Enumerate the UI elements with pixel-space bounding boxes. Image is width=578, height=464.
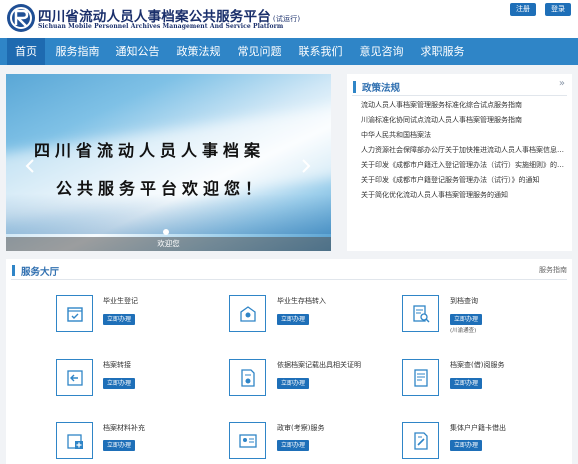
apply-button[interactable]: 立即办理 bbox=[277, 378, 309, 389]
banner-caption: 欢迎您 bbox=[6, 237, 331, 251]
trial-tag: (试运行) bbox=[272, 15, 301, 23]
service-name: 毕业生存档转入 bbox=[277, 297, 326, 305]
certificate-icon[interactable] bbox=[229, 359, 266, 396]
service-name: 政审(考察)服务 bbox=[277, 424, 325, 432]
main-nav: 首页 服务指南 通知公告 政策法规 常见问题 联系我们 意见咨询 求职服务 bbox=[0, 38, 578, 65]
apply-button[interactable]: 立即办理 bbox=[103, 440, 135, 451]
policy-item[interactable]: 中华人民共和国档案法 bbox=[361, 130, 567, 140]
household-card-icon[interactable] bbox=[402, 422, 439, 459]
transfer-out-icon[interactable] bbox=[56, 359, 93, 396]
banner-band bbox=[6, 194, 331, 234]
nav-item-contact[interactable]: 联系我们 bbox=[293, 38, 348, 65]
policy-title: 政策法规 bbox=[362, 83, 401, 94]
service-name: 到档查询 bbox=[450, 297, 478, 305]
policy-item[interactable]: 关于印发《成都市户籍登记服务管理办法（试行）》的通知 bbox=[361, 175, 567, 185]
checklist-icon[interactable] bbox=[56, 295, 93, 332]
section-marker bbox=[12, 265, 15, 276]
divider bbox=[352, 95, 567, 96]
nav-item-jobs[interactable]: 求职服务 bbox=[415, 38, 470, 65]
service-name: 集体户户籍卡借出 bbox=[450, 424, 506, 432]
policy-item[interactable]: 流动人员人事档案管理服务标准化综合试点服务指南 bbox=[361, 100, 567, 110]
policy-panel: 政策法规 » 流动人员人事档案管理服务标准化综合试点服务指南 川渝标准化协同试点… bbox=[347, 74, 572, 251]
service-name: 依据档案记载出具相关证明 bbox=[277, 361, 361, 369]
apply-button[interactable]: 立即办理 bbox=[277, 440, 309, 451]
nav-item-policies[interactable]: 政策法规 bbox=[171, 38, 226, 65]
hall-title: 服务大厅 bbox=[21, 267, 60, 278]
nav-item-faq[interactable]: 常见问题 bbox=[232, 38, 287, 65]
transfer-in-icon[interactable] bbox=[229, 295, 266, 332]
banner-headline-2: 公共服务平台欢迎您！ bbox=[56, 179, 267, 198]
policy-item[interactable]: 关于印发《成都市户籍迁入登记管理办法（试行）实施细则》的通知 bbox=[361, 160, 567, 170]
chevron-left-icon[interactable] bbox=[24, 158, 36, 174]
nav-item-service-guide[interactable]: 服务指南 bbox=[50, 38, 105, 65]
apply-button[interactable]: 立即办理 bbox=[450, 314, 482, 325]
service-name: 毕业生登记 bbox=[103, 297, 138, 305]
policy-item[interactable]: 关于简化优化流动人员人事档案管理服务的通知 bbox=[361, 190, 567, 200]
document-search-icon[interactable] bbox=[402, 295, 439, 332]
site-header: 四川省流动人员人事档案公共服务平台 (试运行) Sichuan Mobile Pe… bbox=[0, 0, 578, 38]
nav-item-feedback[interactable]: 意见咨询 bbox=[354, 38, 409, 65]
apply-button[interactable]: 立即办理 bbox=[450, 440, 482, 451]
service-name: 档案查(借)阅服务 bbox=[450, 361, 505, 369]
site-subtitle: Sichuan Mobile Personnel Archives Manage… bbox=[38, 23, 284, 30]
policy-item[interactable]: 人力资源社会保障部办公厅关于加快推进流动人员人事档案信息化建设的通知 bbox=[361, 145, 567, 155]
apply-button[interactable]: 立即办理 bbox=[277, 314, 309, 325]
policy-item[interactable]: 川渝标准化协同试点流动人员人事档案管理服务指南 bbox=[361, 115, 567, 125]
logo-icon[interactable] bbox=[6, 3, 36, 33]
banner-headline-1: 四川省流动人员人事档案 bbox=[34, 141, 266, 160]
carousel-dot[interactable] bbox=[163, 229, 169, 235]
service-name: 档案材料补充 bbox=[103, 424, 145, 432]
policy-more-link[interactable]: » bbox=[559, 78, 565, 89]
archive-lookup-icon[interactable] bbox=[402, 359, 439, 396]
material-add-icon[interactable] bbox=[56, 422, 93, 459]
hall-guide-link[interactable]: 服务指南 bbox=[539, 265, 567, 275]
section-marker bbox=[353, 81, 356, 93]
apply-button[interactable]: 立即办理 bbox=[450, 378, 482, 389]
banner-carousel[interactable]: 四川省流动人员人事档案 公共服务平台欢迎您！ bbox=[6, 74, 331, 251]
register-button[interactable]: 注册 bbox=[510, 3, 536, 16]
service-hall: 服务大厅 服务指南 毕业生登记 立即办理 毕业生存档转入 立即办理 到档查询 立… bbox=[6, 259, 572, 464]
apply-button[interactable]: 立即办理 bbox=[103, 378, 135, 389]
service-note: (川渝通查) bbox=[450, 328, 477, 334]
site-title: 四川省流动人员人事档案公共服务平台 (试运行) bbox=[38, 5, 300, 25]
nav-item-home[interactable]: 首页 bbox=[7, 38, 45, 65]
id-card-icon[interactable] bbox=[229, 422, 266, 459]
login-button[interactable]: 登录 bbox=[545, 3, 571, 16]
nav-item-notices[interactable]: 通知公告 bbox=[110, 38, 165, 65]
divider bbox=[11, 279, 567, 280]
chevron-right-icon[interactable] bbox=[300, 158, 312, 174]
apply-button[interactable]: 立即办理 bbox=[103, 314, 135, 325]
service-name: 档案转接 bbox=[103, 361, 131, 369]
